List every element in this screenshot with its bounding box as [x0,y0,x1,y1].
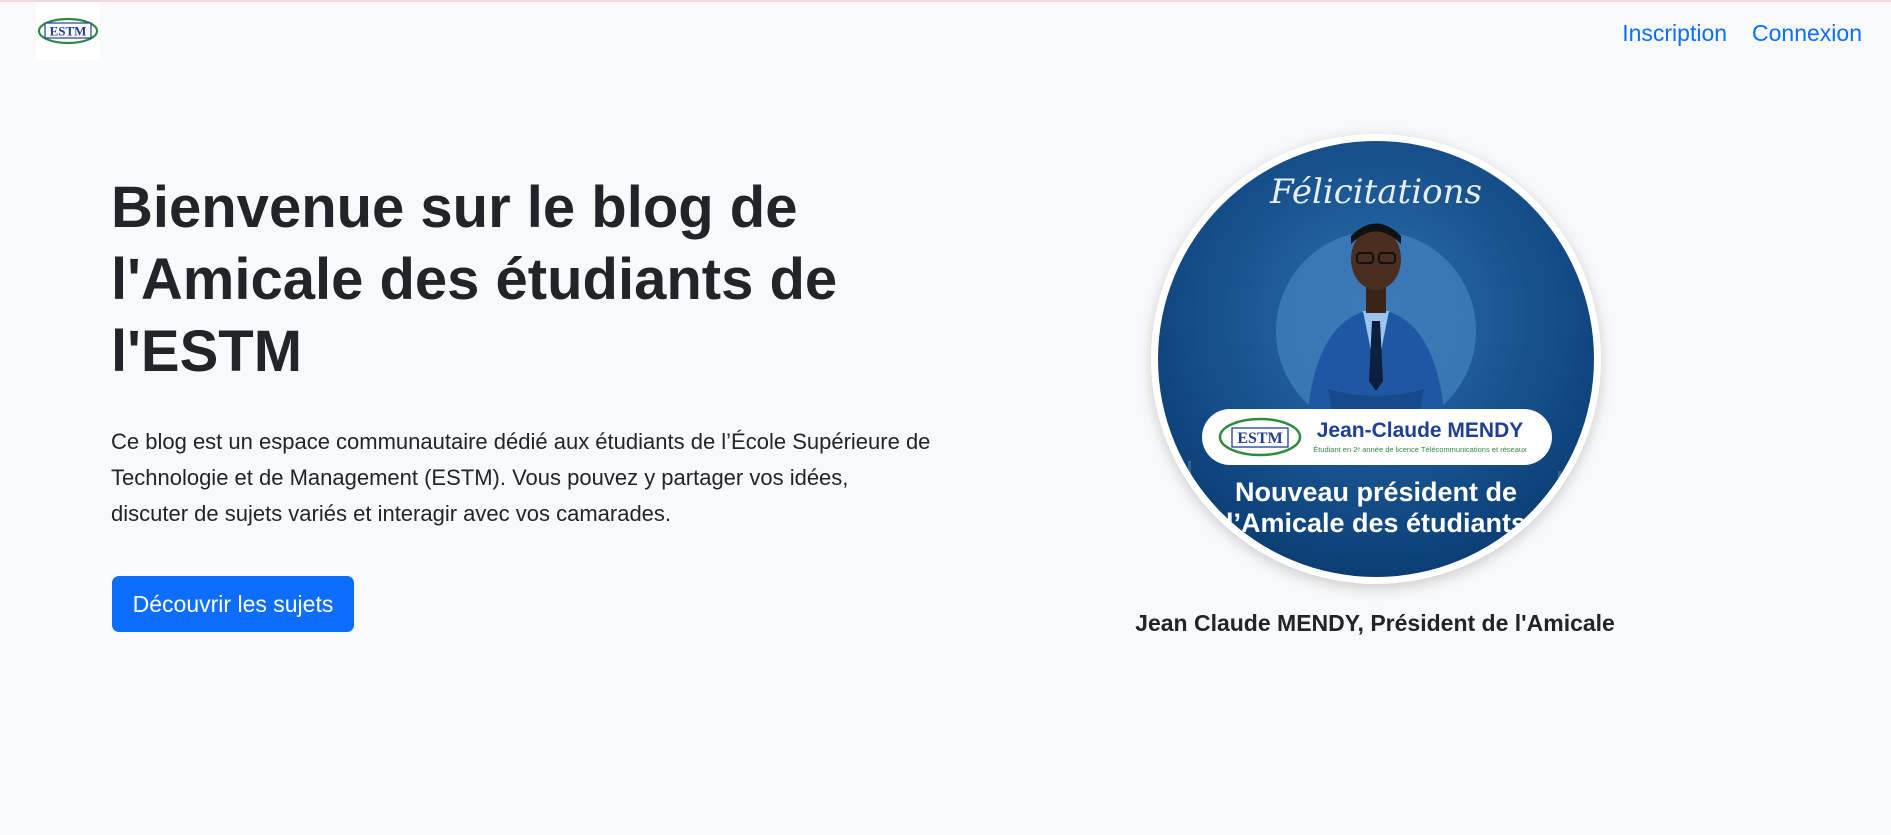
estm-logo-graphic: ESTM [37,17,99,45]
portrait-caption: Jean Claude MENDY, Président de l'Amical… [1135,610,1615,636]
headline-line-1: Nouveau président de [1235,477,1517,507]
president-portrait: Félicitations ESTM Jean-Claude MENDY Étu… [1151,134,1601,584]
felicitations-heading: Félicitations [1269,172,1482,212]
navbar: ESTM Inscription Connexion [0,0,1891,66]
discover-topics-button[interactable]: Découvrir les sujets [112,576,354,632]
hero-description: Ce blog est un espace communautaire dédi… [111,429,931,526]
badge-name: Jean-Claude MENDY [1317,419,1524,442]
estm-logo[interactable]: ESTM [36,2,100,60]
headline-line-2: l’Amicale des étudiants [1226,508,1526,538]
hero-title: Bienvenue sur le blog de l'Amicale des é… [111,175,838,384]
nav-link-connexion[interactable]: Connexion [1752,18,1862,48]
badge-logo-text: ESTM [1237,430,1282,447]
badge-subtitle: Étudiant en 2ᵉ année de licence Télécomm… [1313,445,1527,454]
logo-text: ESTM [50,24,87,39]
nav-links: Inscription Connexion [1622,18,1862,48]
name-badge: ESTM Jean-Claude MENDY Étudiant en 2ᵉ an… [1202,409,1552,465]
nav-link-inscription[interactable]: Inscription [1622,18,1727,48]
portrait-graphic: Félicitations ESTM Jean-Claude MENDY Étu… [1158,141,1594,577]
